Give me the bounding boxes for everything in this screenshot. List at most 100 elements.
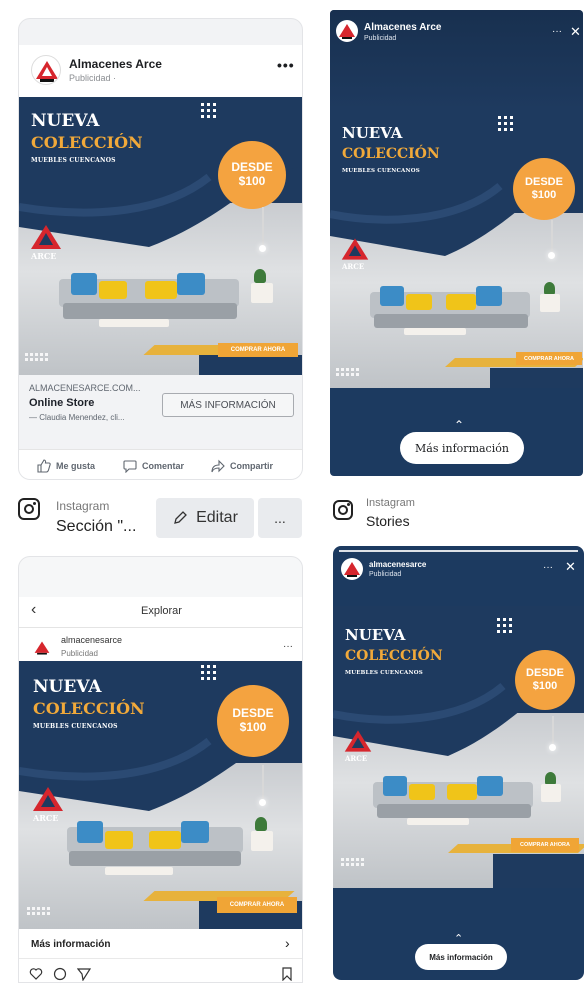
link-title: Online Store (29, 397, 95, 409)
like-label: Me gusta (56, 461, 96, 471)
edit-label: Editar (196, 509, 238, 526)
like-button[interactable]: Me gusta (37, 459, 95, 473)
story-account[interactable]: almacenesarce (369, 560, 426, 569)
account-name[interactable]: almacenesarce (61, 635, 122, 645)
logo-text: ARCE (33, 813, 59, 823)
comment-icon[interactable] (53, 967, 67, 981)
mas-informacion-button[interactable]: Más información (400, 432, 524, 464)
more-options-button[interactable]: ... (258, 498, 302, 538)
comprar-ahora-button[interactable]: COMPRAR AHORA (511, 838, 579, 852)
more-info-label: Más información (31, 939, 111, 950)
side-table (251, 283, 273, 303)
subtitle: MUEBLES CUENCANOS (33, 723, 118, 730)
arce-logo-icon[interactable] (33, 639, 51, 657)
instagram-feed-preview: ‹ Explorar almacenesarce Publicidad ··· … (18, 556, 303, 983)
pillow (477, 776, 503, 796)
story-avatar[interactable] (336, 20, 358, 42)
lamp-bulb (259, 245, 266, 252)
ad-preview-grid: Almacenes Arce Publicidad · ••• NUEVA CO… (0, 0, 586, 983)
dots-pattern (498, 116, 513, 131)
share-button[interactable]: Compartir (211, 459, 273, 473)
story-creative[interactable]: NUEVA COLECCIÓN MUEBLES CUENCANOS DESDE … (330, 106, 583, 388)
lamp (262, 207, 264, 247)
dots-pattern (497, 618, 512, 633)
pillow (99, 281, 127, 299)
instagram-story-preview: almacenesarce Publicidad ··· ✕ NUEVA COL… (333, 546, 584, 980)
pillow (177, 273, 205, 295)
title-nueva: NUEVA (345, 626, 406, 644)
pillow (181, 821, 209, 843)
comprar-ahora-button[interactable]: COMPRAR AHORA (516, 352, 582, 365)
share-label: Compartir (230, 461, 274, 471)
story-sponsored: Publicidad (369, 571, 402, 578)
badge-desde: DESDE (232, 706, 274, 721)
pillow (446, 294, 476, 310)
lamp-bulb (548, 252, 555, 259)
price-badge: DESDE $100 (515, 650, 575, 710)
comment-button[interactable]: Comentar (123, 459, 184, 473)
mas-informacion-button[interactable]: Más información (415, 944, 507, 970)
page-avatar[interactable] (31, 55, 61, 85)
pillow (406, 294, 432, 310)
badge-desde: DESDE (526, 667, 564, 680)
badge-price: $100 (531, 189, 557, 201)
pillow (105, 831, 133, 849)
pillow (145, 281, 177, 299)
ad-creative[interactable]: NUEVA COLECCIÓN MUEBLES CUENCANOS DESDE … (19, 97, 302, 375)
price-badge: DESDE $100 (513, 158, 575, 220)
link-bar[interactable]: ALMACENESARCE.COM... Online Store — Clau… (19, 375, 302, 437)
close-icon[interactable]: ✕ (565, 559, 576, 575)
divider (19, 627, 302, 628)
edit-button[interactable]: Editar (156, 498, 254, 538)
pillow (149, 831, 181, 849)
more-dots-icon[interactable]: ··· (552, 26, 562, 37)
close-icon[interactable]: ✕ (570, 24, 581, 40)
story-progress-bar (339, 550, 578, 552)
sofa-seat (63, 303, 237, 319)
story-page-name[interactable]: Almacenes Arce (364, 22, 441, 33)
title-coleccion: COLECCIÓN (31, 133, 143, 152)
action-bar: Me gusta Comentar Compartir (19, 449, 302, 479)
sponsored-label: Publicidad · (69, 73, 117, 83)
comprar-ahora-button[interactable]: COMPRAR AHORA (218, 343, 298, 357)
ig-action-icons (29, 967, 91, 981)
ad-creative[interactable]: NUEVA COLECCIÓN MUEBLES CUENCANOS DESDE … (19, 661, 302, 929)
title-nueva: NUEVA (33, 677, 102, 697)
story-avatar[interactable] (341, 558, 363, 580)
page-name[interactable]: Almacenes Arce (69, 57, 162, 71)
bookmark-icon[interactable] (281, 967, 293, 981)
pillow (383, 776, 407, 796)
placement-label: Sección "... (56, 518, 137, 535)
platform-label: Instagram (56, 499, 110, 513)
more-dots-icon[interactable]: ••• (277, 57, 295, 73)
badge-price: $100 (239, 720, 267, 734)
title-nueva: NUEVA (31, 111, 100, 131)
story-creative[interactable]: NUEVA COLECCIÓN MUEBLES CUENCANOS DESDE … (333, 606, 584, 888)
lamp (551, 220, 553, 254)
logo-text: ARCE (31, 251, 57, 261)
arce-logo-icon (33, 787, 63, 811)
more-dots-icon[interactable]: ··· (283, 641, 293, 652)
send-icon[interactable] (77, 967, 91, 981)
facebook-feed-preview: Almacenes Arce Publicidad · ••• NUEVA CO… (18, 18, 303, 480)
back-arrow-icon[interactable]: ‹ (31, 601, 36, 619)
heart-icon[interactable] (29, 967, 43, 981)
pillow (77, 821, 103, 843)
dots-pattern (27, 907, 50, 915)
sofa-seat (69, 851, 241, 866)
badge-price: $100 (532, 680, 558, 692)
comprar-ahora-button[interactable]: COMPRAR AHORA (217, 897, 297, 913)
platform-label: Instagram (366, 497, 415, 509)
comment-icon (123, 460, 137, 473)
coffee-table (404, 328, 466, 335)
more-info-bar[interactable]: Más información › (19, 929, 302, 959)
pillow (447, 784, 477, 800)
lamp-bulb (259, 799, 266, 806)
lamp (262, 765, 264, 801)
placement-label: Stories (366, 513, 410, 529)
facebook-story-preview: Almacenes Arce Publicidad ··· ✕ NUEVA CO… (330, 10, 583, 476)
mas-informacion-button[interactable]: MÁS INFORMACIÓN (162, 393, 294, 417)
pencil-icon (174, 511, 188, 524)
subtitle: MUEBLES CUENCANOS (345, 670, 423, 676)
more-dots-icon[interactable]: ··· (543, 562, 553, 573)
